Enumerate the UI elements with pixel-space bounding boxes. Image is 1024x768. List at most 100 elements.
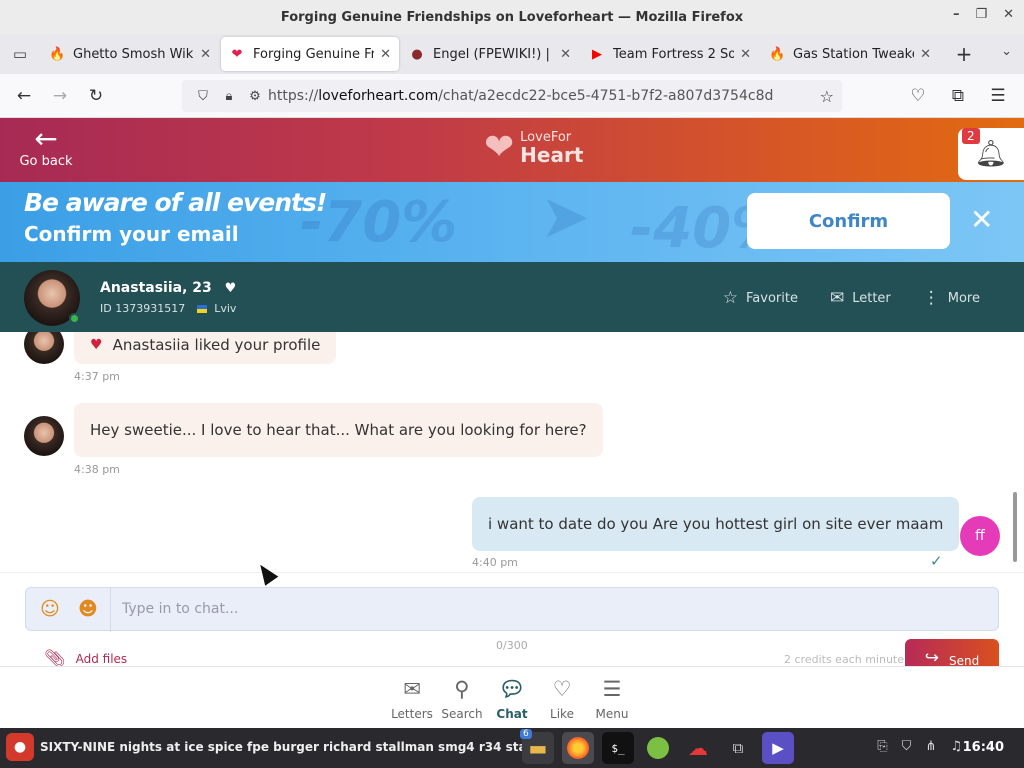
arrow-left-icon: ← [34, 122, 58, 155]
tab-close-icon[interactable]: ✕ [560, 47, 571, 62]
system-tray: ⎘ ⛉ ⋔ ♫ [877, 739, 962, 754]
tab-close-icon[interactable]: ✕ [740, 47, 751, 62]
profile-city: Lviv [214, 302, 237, 315]
user-avatar[interactable]: ff [960, 516, 1000, 556]
angry-bird-app-icon[interactable]: ● [6, 733, 34, 761]
window-switcher-button[interactable]: ⧉ [722, 732, 754, 764]
list-all-tabs-button[interactable]: ⌄ [1001, 44, 1012, 59]
arrow-right-icon: → [52, 85, 68, 106]
more-button[interactable]: ⋮ More [923, 288, 980, 308]
avatar[interactable] [24, 416, 64, 456]
site-header: ← Go back ❤ LoveFor Heart 2 🔔︎ [0, 118, 1024, 182]
play-icon: ▶ [772, 739, 784, 757]
os-taskbar: ● SIXTY-NINE nights at ice spice fpe bur… [0, 728, 1024, 768]
file-manager-button[interactable]: 6 ▬ [520, 729, 554, 764]
back-button[interactable]: ← [6, 78, 42, 114]
url-host: loveforheart.com [318, 88, 439, 104]
checkmark-icon: ✓ [930, 552, 943, 570]
extensions-button[interactable]: ⧉ [940, 78, 976, 114]
close-icon[interactable]: ✕ [970, 206, 993, 234]
nav-letters[interactable]: ✉ Letters [391, 667, 433, 728]
clipboard-icon[interactable]: ⎘ [877, 739, 887, 754]
tab-close-icon[interactable]: ✕ [920, 47, 931, 62]
paper-plane-icon: ➤ [540, 182, 591, 252]
heart-icon: ♥ [224, 281, 237, 296]
favorite-button[interactable]: ☆ Favorite [723, 288, 798, 308]
windows-icon: ⧉ [732, 739, 744, 757]
tab-engel[interactable]: ● Engel (FPEWIKI!) | Fa ✕ [401, 37, 579, 71]
permissions-icon[interactable]: ⚙︎ [242, 89, 268, 104]
nav-menu[interactable]: ☰ Menu [594, 667, 630, 728]
tab-ghetto-smosh[interactable]: 🔥 Ghetto Smosh Wiki | Fa ✕ [41, 37, 219, 71]
sticker-icon[interactable]: ☻ [78, 598, 98, 620]
avatar[interactable] [24, 332, 64, 364]
character-counter: 0/300 [496, 639, 528, 652]
bookmark-star-icon[interactable]: ☆ [820, 87, 834, 106]
go-back-label: Go back [19, 154, 73, 169]
heart-logo-icon: ❤ [484, 127, 515, 168]
chat-messages[interactable]: ♥ Anastasiia liked your profile 4:37 pm … [0, 332, 1024, 572]
divider [110, 588, 111, 632]
emoji-icon[interactable]: ☺ [40, 598, 60, 620]
profile-name[interactable]: Anastasiia, 23 ♥ [100, 280, 236, 296]
tab-close-icon[interactable]: ✕ [380, 47, 391, 62]
firefox-view-button[interactable]: ▭ [0, 34, 40, 74]
media-player-button[interactable]: ▶ [762, 732, 794, 764]
message-time: 4:38 pm [74, 463, 120, 476]
chat-scrollbar[interactable] [1013, 492, 1017, 562]
tab-loveforheart[interactable]: ❤ Forging Genuine Friendships ✕ [221, 37, 399, 71]
files-badge: 6 [520, 729, 532, 739]
network-app-button[interactable] [642, 732, 674, 764]
profile-meta: ID 1373931517 Lviv [100, 302, 236, 315]
notifications-button[interactable]: 2 🔔︎ [958, 128, 1024, 180]
folder-icon: ▬ [528, 736, 548, 760]
message-time: 4:37 pm [74, 370, 120, 383]
maximize-button[interactable]: ❐ [975, 7, 987, 22]
clock[interactable]: 16:40 [963, 740, 1004, 755]
site-logo[interactable]: ❤ LoveFor Heart [484, 130, 583, 166]
go-back-button[interactable]: ← Go back [18, 122, 74, 170]
banner-subline: Confirm your email [24, 222, 239, 246]
shield-icon[interactable]: ⛉ [902, 739, 912, 754]
app-menu-button[interactable]: ☰ [980, 78, 1016, 114]
tab-close-icon[interactable]: ✕ [200, 47, 211, 62]
chat-profile-bar: Anastasiia, 23 ♥ ID 1373931517 Lviv ☆ Fa… [0, 262, 1024, 332]
online-status-indicator [69, 313, 80, 324]
tab-gas-station[interactable]: 🔥 Gas Station Tweaker ✕ [761, 37, 939, 71]
wiki-favicon-icon: ● [411, 46, 423, 62]
youtube-favicon-icon: ▶ [592, 46, 602, 62]
nav-chat[interactable]: 💬︎ Chat [494, 667, 530, 728]
reload-button[interactable]: ↻ [78, 78, 114, 114]
nav-like[interactable]: ♡ Like [544, 667, 580, 728]
reload-icon: ↻ [88, 85, 104, 106]
new-tab-button[interactable]: + [946, 42, 982, 66]
music-icon[interactable]: ♫ [950, 739, 962, 754]
close-window-button[interactable]: ✕ [1003, 7, 1014, 22]
confirm-email-button[interactable]: Confirm [747, 193, 950, 249]
puzzle-icon: ⧉ [951, 86, 965, 106]
chat-input[interactable] [122, 596, 982, 622]
tracking-shield-icon[interactable]: ⛉ [190, 89, 216, 104]
nav-search[interactable]: ⚲ Search [441, 667, 482, 728]
letter-button[interactable]: ✉ Letter [830, 288, 891, 308]
profile-id: ID 1373931517 [100, 302, 186, 315]
arrow-left-icon: ← [16, 85, 32, 106]
pocket-button[interactable]: ♡ [900, 78, 936, 114]
lock-icon[interactable]: 🔒︎ [216, 89, 242, 104]
window-title: Forging Genuine Friendships on Loveforhe… [280, 9, 744, 25]
taskbar-launchers: 6 ▬ $_ ☁ ⧉ ▶ [520, 729, 794, 764]
banner-headline: Be aware of all events! [24, 188, 327, 217]
tab-tf2-songs[interactable]: ▶ Team Fortress 2 Songs ✕ [581, 37, 759, 71]
chat-icon: 💬︎ [498, 677, 526, 701]
downloader-button[interactable]: ☁ [682, 732, 714, 764]
url-bar[interactable]: ⛉ 🔒︎ ⚙︎ https://loveforheart.com/chat/a2… [182, 80, 842, 112]
taskbar-window-title[interactable]: SIXTY-NINE nights at ice spice fpe burge… [40, 740, 542, 754]
minimize-button[interactable]: – [953, 7, 960, 22]
terminal-button[interactable]: $_ [602, 732, 634, 764]
profile-name-text: Anastasiia, 23 [100, 280, 212, 296]
chevron-down-icon: ⌄ [1001, 44, 1012, 59]
network-icon[interactable]: ⋔ [925, 739, 936, 754]
forward-button[interactable]: → [42, 78, 78, 114]
bell-icon: 🔔︎ [974, 139, 1008, 169]
firefox-taskbar-button[interactable] [562, 732, 594, 764]
